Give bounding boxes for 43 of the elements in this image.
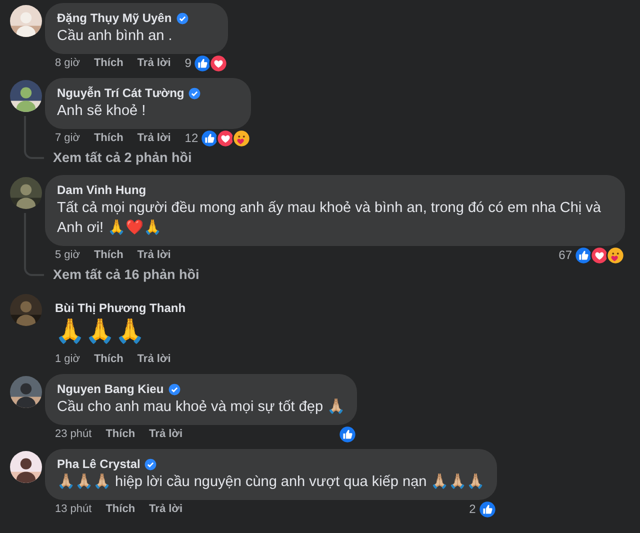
reaction-count[interactable]: 2: [469, 502, 476, 516]
reply-link[interactable]: Trả lời: [149, 503, 183, 515]
thumbs-up-icon[interactable]: [338, 424, 358, 444]
reply-link[interactable]: Trả lời: [137, 132, 171, 144]
thread-line: [24, 116, 44, 159]
reaction-count[interactable]: 67: [558, 248, 572, 262]
author-name[interactable]: Nguyen Bang Kieu: [57, 381, 164, 397]
view-replies-link[interactable]: Xem tất cả 16 phản hồi: [45, 264, 640, 286]
timestamp[interactable]: 7 giờ: [55, 132, 80, 144]
author-name[interactable]: Đặng Thụy Mỹ Uyên: [57, 10, 172, 26]
like-link[interactable]: Thích: [106, 503, 136, 515]
hugging-face-icon[interactable]: [232, 128, 252, 148]
comment-text: Cầu cho anh mau khoẻ và mọi sự tốt đẹp 🙏🏼: [57, 398, 346, 417]
author-name[interactable]: Bùi Thị Phương Thanh: [55, 300, 186, 316]
author-name[interactable]: Dam Vinh Hung: [57, 182, 146, 198]
comment-text: 🙏🏼🙏🏼🙏🏼 hiệp lời cầu nguyện cùng anh vượt qua kiếp nạn 🙏🏼🙏🏼🙏🏼: [57, 472, 485, 492]
timestamp[interactable]: 1 giờ: [55, 353, 80, 365]
timestamp[interactable]: 5 giờ: [55, 249, 80, 261]
like-link[interactable]: Thích: [94, 57, 124, 69]
like-link[interactable]: Thích: [94, 353, 124, 365]
thumbs-up-icon[interactable]: [574, 246, 593, 264]
thread-line: [24, 213, 44, 276]
timestamp[interactable]: 23 phút: [55, 428, 92, 440]
view-replies-link[interactable]: Xem tất cả 2 phản hồi: [45, 147, 640, 169]
like-link[interactable]: Thích: [94, 132, 124, 144]
reply-link[interactable]: Trả lời: [137, 353, 171, 365]
reply-link[interactable]: Trả lời: [137, 57, 171, 69]
author-name[interactable]: Pha Lê Crystal: [57, 456, 140, 472]
reaction-count[interactable]: 9: [184, 56, 192, 70]
reaction-count[interactable]: 12: [184, 131, 198, 145]
author-name[interactable]: Nguyễn Trí Cát Tường: [57, 85, 184, 101]
timestamp[interactable]: 8 giờ: [55, 57, 80, 69]
reply-link[interactable]: Trả lời: [149, 428, 183, 440]
like-link[interactable]: Thích: [106, 428, 136, 440]
comment-text: Cầu anh bình an .: [57, 27, 174, 46]
like-link[interactable]: Thích: [94, 249, 124, 261]
timestamp[interactable]: 13 phút: [55, 503, 92, 515]
reply-link[interactable]: Trả lời: [137, 249, 171, 261]
thumbs-up-icon[interactable]: [478, 500, 497, 518]
comment-text: Tất cả mọi người đều mong anh ấy mau khoẻ và bình an, trong đó có em nha Chị và Anh ơi! 🙏❤🙏: [57, 199, 602, 238]
comment-text: Anh sẽ khoẻ !: [57, 102, 147, 121]
comment-text: 🙏🙏🙏: [55, 317, 146, 347]
hugging-face-icon[interactable]: [606, 246, 625, 264]
